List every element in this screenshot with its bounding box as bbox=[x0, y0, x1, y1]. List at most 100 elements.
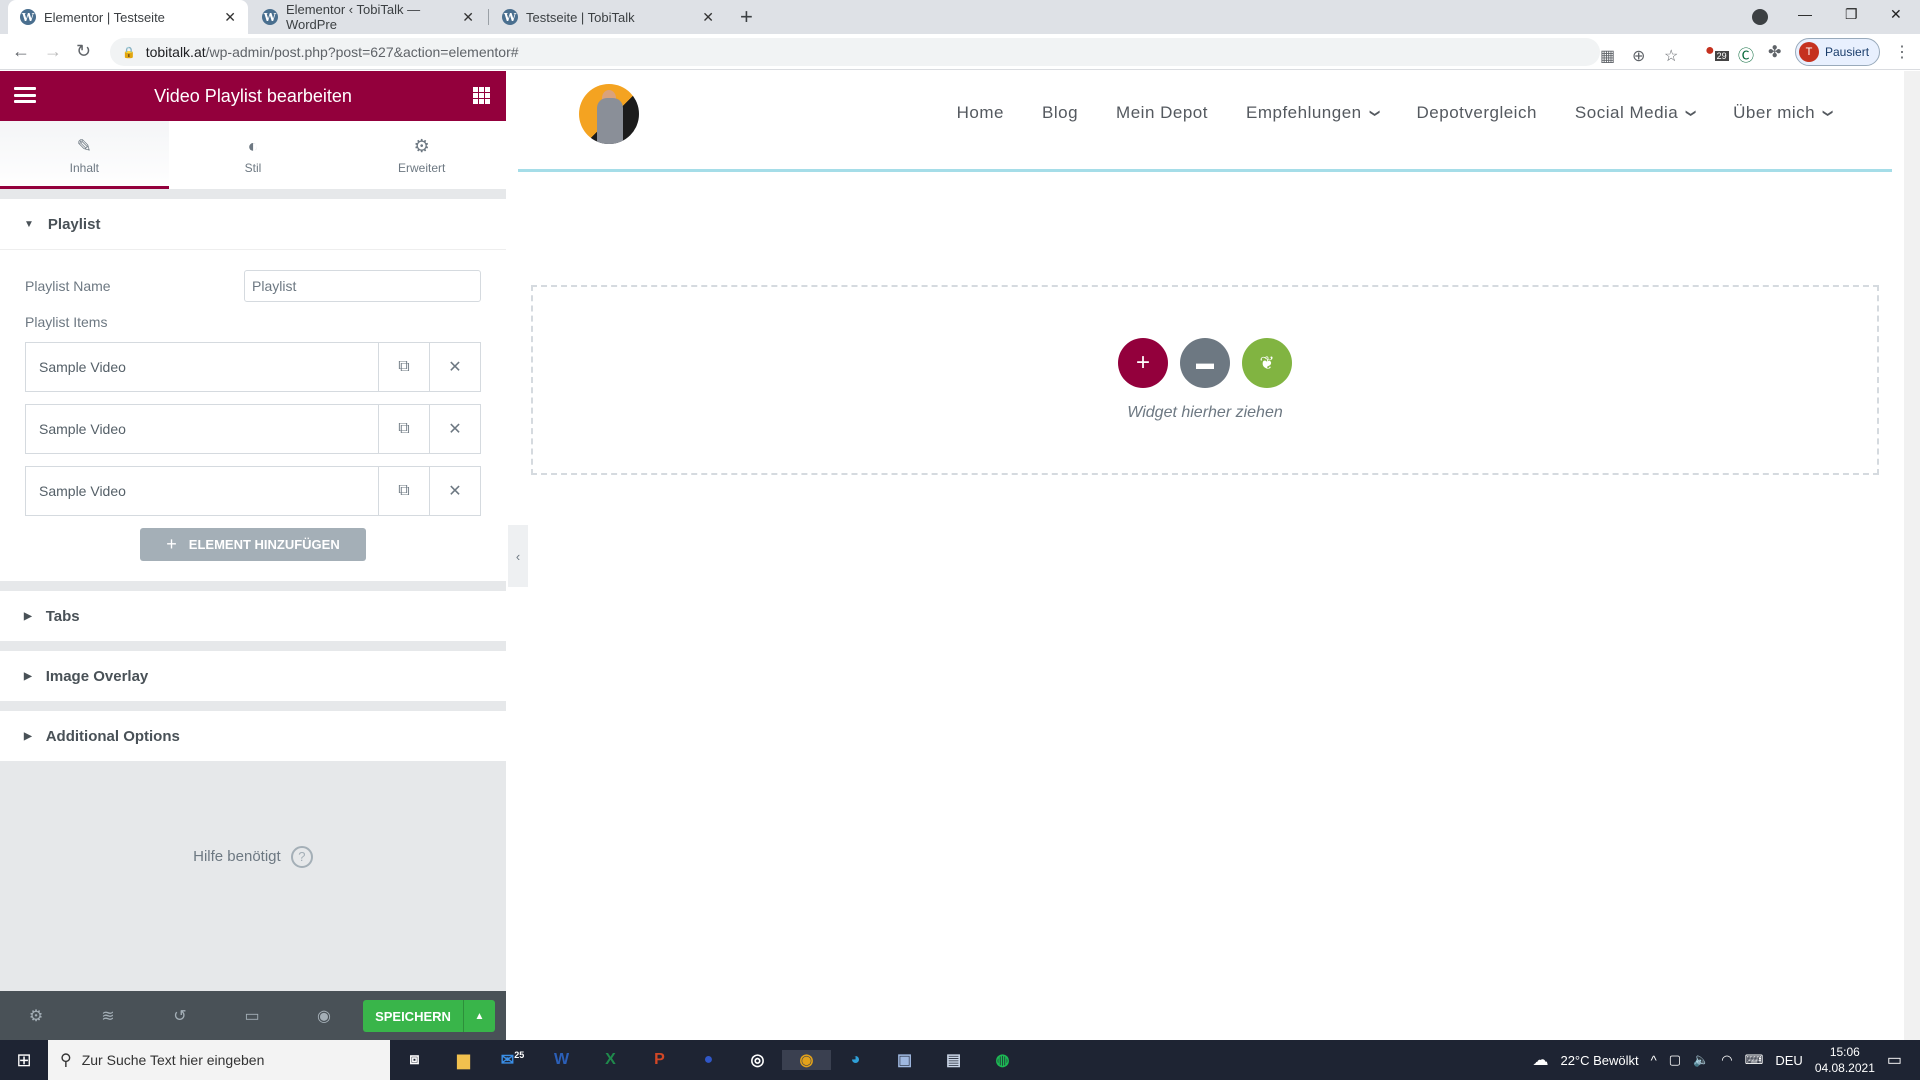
scrollbar[interactable] bbox=[1904, 71, 1920, 1041]
browser-tab[interactable]: W Elementor | Testseite ✕ bbox=[8, 0, 248, 34]
envato-kit-button[interactable]: ❦ bbox=[1242, 338, 1292, 388]
restore-icon[interactable]: ❐ bbox=[1845, 6, 1858, 23]
nav-item-mein-depot[interactable]: Mein Depot bbox=[1116, 103, 1208, 123]
excel-icon[interactable]: X bbox=[586, 1051, 635, 1069]
zoom-icon[interactable]: ⊕ bbox=[1632, 46, 1645, 66]
hamburger-menu-icon[interactable] bbox=[14, 87, 36, 103]
app-icon[interactable]: ▤ bbox=[929, 1050, 978, 1070]
tab-search-icon[interactable] bbox=[1752, 9, 1768, 25]
language-indicator[interactable]: DEU bbox=[1775, 1053, 1802, 1068]
responsive-mode-icon[interactable]: ▭ bbox=[216, 1006, 288, 1026]
tab-stil[interactable]: ◐ Stil bbox=[169, 121, 338, 189]
nav-item-blog[interactable]: Blog bbox=[1042, 103, 1078, 123]
url-bar[interactable]: 🔒 tobitalk.at /wp-admin/post.php?post=62… bbox=[110, 38, 1678, 66]
site-navigation: Home Blog Mein Depot Empfehlungen ❯ Depot… bbox=[919, 103, 1834, 123]
powerpoint-icon[interactable]: P bbox=[635, 1051, 684, 1069]
tab-erweitert[interactable]: ⚙ Erweitert bbox=[337, 121, 506, 189]
time: 15:06 bbox=[1829, 1045, 1860, 1059]
browser-tab[interactable]: W Elementor ‹ TobiTalk — WordPre ✕ bbox=[250, 0, 486, 34]
nav-item-home[interactable]: Home bbox=[957, 103, 1004, 123]
close-window-icon[interactable]: ✕ bbox=[1890, 6, 1902, 23]
remove-icon[interactable]: ✕ bbox=[429, 467, 480, 515]
remove-icon[interactable]: ✕ bbox=[429, 343, 480, 391]
mail-icon[interactable]: ✉ 25 bbox=[488, 1050, 537, 1070]
close-tab-icon[interactable]: ✕ bbox=[224, 9, 236, 26]
adblock-extension-icon[interactable]: ● 29 bbox=[1705, 42, 1729, 62]
word-icon[interactable]: W bbox=[537, 1051, 586, 1069]
section-header-playlist[interactable]: ▼ Playlist bbox=[0, 199, 506, 249]
tab-title: Elementor | Testseite bbox=[44, 9, 165, 25]
nav-item-depotvergleich[interactable]: Depotvergleich bbox=[1417, 103, 1537, 123]
taskbar-search-input[interactable]: ⚲ Zur Suche Text hier eingeben bbox=[48, 1040, 390, 1080]
volume-icon[interactable]: 🔈 bbox=[1693, 1052, 1709, 1068]
section-additional-options[interactable]: ▶ Additional Options bbox=[0, 711, 506, 761]
qr-icon[interactable]: ▦ bbox=[1600, 46, 1615, 66]
envato-leaf-icon: ❦ bbox=[1259, 352, 1275, 373]
history-icon[interactable]: ↺ bbox=[144, 1006, 216, 1026]
reload-icon[interactable]: ↻ bbox=[76, 41, 91, 62]
item-title[interactable]: Sample Video bbox=[26, 343, 378, 391]
remove-icon[interactable]: ✕ bbox=[429, 405, 480, 453]
grammarly-extension-icon[interactable]: Ⓒ bbox=[1738, 42, 1754, 66]
bookmark-star-icon[interactable]: ☆ bbox=[1664, 46, 1678, 66]
plus-icon: + bbox=[1135, 349, 1150, 376]
help-link[interactable]: Hilfe benötigt ? bbox=[0, 846, 506, 868]
search-placeholder: Zur Suche Text hier eingeben bbox=[81, 1052, 265, 1068]
file-explorer-icon[interactable]: ▆ bbox=[439, 1050, 488, 1070]
site-logo[interactable] bbox=[579, 84, 639, 144]
tray-expand-icon[interactable]: ^ bbox=[1651, 1053, 1657, 1068]
save-button[interactable]: SPEICHERN bbox=[363, 1000, 463, 1032]
minimize-icon[interactable]: — bbox=[1798, 6, 1812, 22]
add-item-button[interactable]: + ELEMENT HINZUFÜGEN bbox=[140, 528, 366, 561]
chrome-icon[interactable]: ◉ bbox=[782, 1050, 831, 1070]
settings-gear-icon[interactable]: ⚙ bbox=[0, 1006, 72, 1026]
section-image-overlay[interactable]: ▶ Image Overlay bbox=[0, 651, 506, 701]
duplicate-icon[interactable]: ⧉ bbox=[378, 405, 429, 453]
chevron-down-icon: ❯ bbox=[1822, 108, 1834, 118]
weather-text[interactable]: 22°C Bewölkt bbox=[1560, 1053, 1638, 1068]
section-tabs[interactable]: ▶ Tabs bbox=[0, 591, 506, 641]
tab-inhalt[interactable]: ✎ Inhalt bbox=[0, 121, 169, 189]
forward-icon[interactable]: → bbox=[44, 41, 62, 62]
spotify-icon[interactable]: ◍ bbox=[978, 1050, 1027, 1070]
add-section-button[interactable]: + bbox=[1118, 338, 1168, 388]
item-title[interactable]: Sample Video bbox=[26, 405, 378, 453]
back-icon[interactable]: ← bbox=[12, 41, 30, 62]
clock[interactable]: 15:06 04.08.2021 bbox=[1815, 1044, 1875, 1076]
meet-now-icon[interactable]: ▢ bbox=[1669, 1052, 1681, 1068]
wifi-icon[interactable]: ◠ bbox=[1721, 1052, 1732, 1068]
keyboard-icon[interactable]: ⌨ bbox=[1745, 1052, 1764, 1068]
list-item[interactable]: Sample Video ⧉ ✕ bbox=[25, 404, 481, 454]
collapse-panel-toggle[interactable]: ‹ bbox=[508, 525, 528, 587]
menu-kebab-icon[interactable]: ⋮ bbox=[1894, 42, 1910, 62]
close-tab-icon[interactable]: ✕ bbox=[702, 9, 714, 26]
widgets-grid-icon[interactable] bbox=[473, 87, 490, 104]
list-item[interactable]: Sample Video ⧉ ✕ bbox=[25, 466, 481, 516]
item-title[interactable]: Sample Video bbox=[26, 467, 378, 515]
playlist-name-input[interactable] bbox=[244, 270, 481, 302]
new-tab-icon[interactable]: + bbox=[740, 4, 753, 30]
navigator-layers-icon[interactable]: ≋ bbox=[72, 1006, 144, 1026]
save-options-caret-icon[interactable]: ▲ bbox=[463, 1000, 495, 1032]
nav-item-social-media[interactable]: Social Media ❯ bbox=[1575, 103, 1696, 123]
profile-button[interactable]: T Pausiert bbox=[1795, 38, 1880, 66]
notifications-icon[interactable]: ▭ bbox=[1887, 1050, 1902, 1070]
extensions-puzzle-icon[interactable]: ✤ bbox=[1768, 42, 1781, 62]
browser-tab[interactable]: W Testseite | TobiTalk ✕ bbox=[490, 0, 726, 34]
app-icon[interactable]: ● bbox=[684, 1051, 733, 1069]
playlist-name-control: Playlist Name bbox=[25, 270, 481, 302]
edge-icon[interactable]: ◕ bbox=[831, 1051, 880, 1069]
task-view-icon[interactable]: ⧈ bbox=[390, 1051, 439, 1069]
duplicate-icon[interactable]: ⧉ bbox=[378, 467, 429, 515]
close-tab-icon[interactable]: ✕ bbox=[462, 9, 474, 26]
list-item[interactable]: Sample Video ⧉ ✕ bbox=[25, 342, 481, 392]
widget-drop-zone[interactable]: + ▬ ❦ Widget hierher ziehen bbox=[531, 285, 1879, 475]
windows-start-icon[interactable]: ⊞ bbox=[0, 1050, 48, 1071]
obs-icon[interactable]: ◎ bbox=[733, 1050, 782, 1070]
preview-eye-icon[interactable]: ◉ bbox=[288, 1006, 360, 1026]
duplicate-icon[interactable]: ⧉ bbox=[378, 343, 429, 391]
add-template-button[interactable]: ▬ bbox=[1180, 338, 1230, 388]
app-icon[interactable]: ▣ bbox=[880, 1050, 929, 1070]
nav-item-ueber-mich[interactable]: Über mich ❯ bbox=[1733, 103, 1834, 123]
nav-item-empfehlungen[interactable]: Empfehlungen ❯ bbox=[1246, 103, 1380, 123]
